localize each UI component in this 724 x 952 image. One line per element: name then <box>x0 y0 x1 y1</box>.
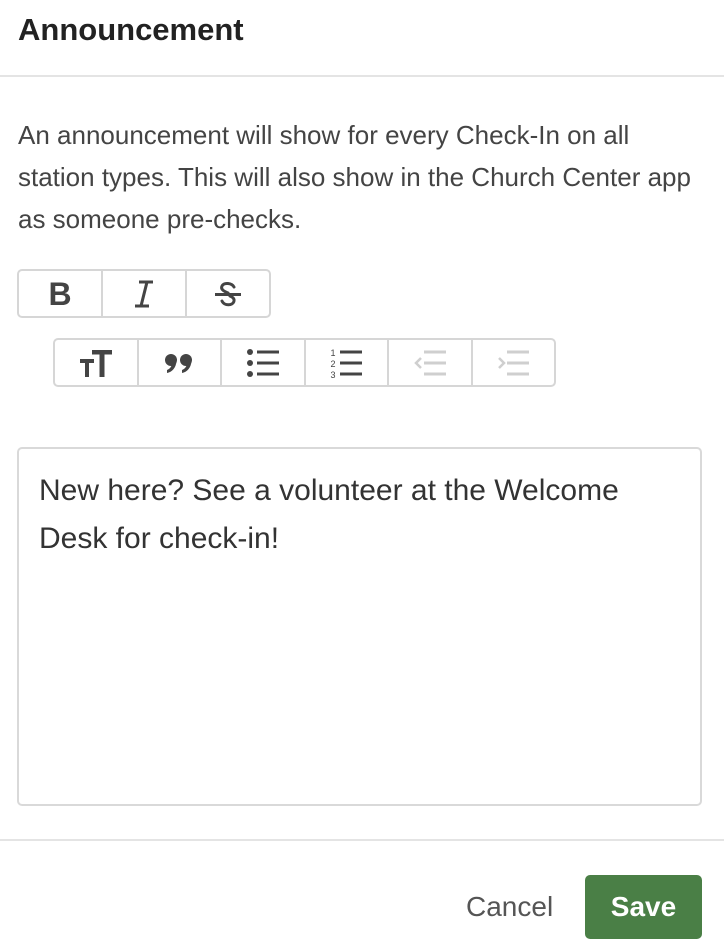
announcement-editor[interactable]: New here? See a volunteer at the Welcome… <box>17 447 702 806</box>
bullet-list-button[interactable] <box>222 340 306 385</box>
indent-button[interactable] <box>473 340 555 385</box>
dialog-title: Announcement <box>18 12 244 47</box>
save-button[interactable]: Save <box>585 875 702 939</box>
svg-text:2: 2 <box>331 359 336 369</box>
indent-icon <box>498 350 530 375</box>
dialog-footer: Cancel Save <box>0 839 724 952</box>
italic-icon <box>135 280 153 307</box>
dialog-description: An announcement will show for every Chec… <box>18 120 691 234</box>
formatting-toolbar-text-styles: B <box>17 269 271 318</box>
formatting-toolbar-blocks: 1 2 3 <box>53 338 556 387</box>
quote-button[interactable] <box>139 340 222 385</box>
bullet-list-icon <box>246 348 279 377</box>
cancel-button[interactable]: Cancel <box>466 891 553 923</box>
italic-button[interactable] <box>103 271 187 316</box>
bold-button[interactable]: B <box>19 271 103 316</box>
announcement-dialog: Announcement An announcement will show f… <box>0 0 724 952</box>
bold-icon: B <box>48 279 71 309</box>
strikethrough-icon <box>215 281 241 306</box>
svg-text:3: 3 <box>331 370 336 379</box>
numbered-list-button[interactable]: 1 2 3 <box>306 340 389 385</box>
dialog-body: An announcement will show for every Chec… <box>0 114 724 240</box>
outdent-icon <box>413 350 446 375</box>
heading-icon <box>79 349 112 377</box>
numbered-list-icon: 1 2 3 <box>331 348 363 379</box>
dialog-header: Announcement <box>0 0 724 77</box>
svg-text:B: B <box>48 279 71 309</box>
heading-button[interactable] <box>55 340 139 385</box>
outdent-button[interactable] <box>389 340 473 385</box>
quote-icon <box>165 353 193 373</box>
svg-text:1: 1 <box>331 348 336 358</box>
strikethrough-button[interactable] <box>187 271 269 316</box>
